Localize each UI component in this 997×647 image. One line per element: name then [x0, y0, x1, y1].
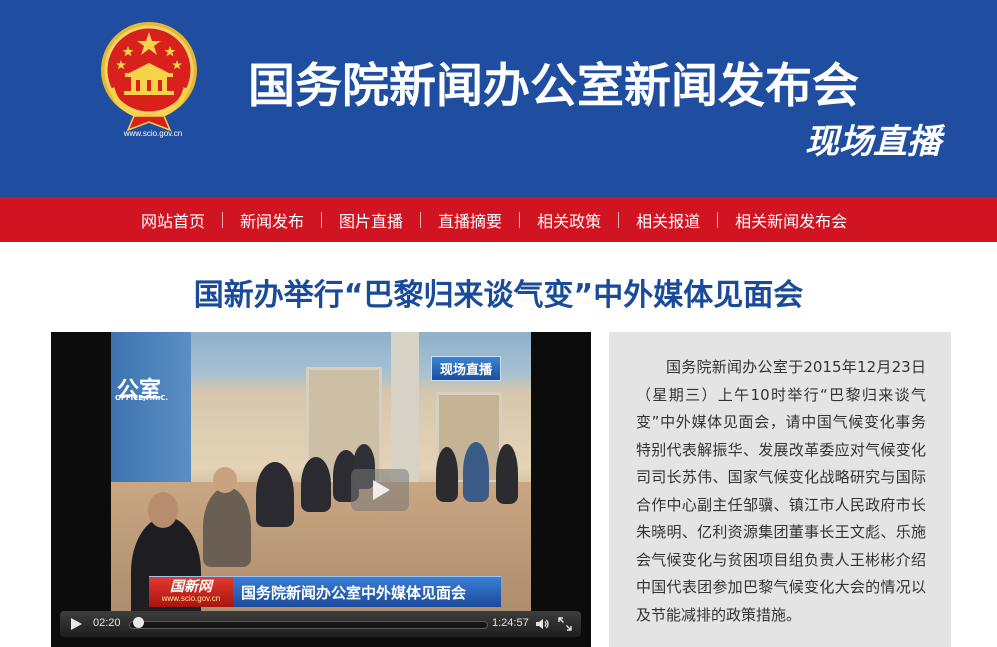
banner-logo-url: www.scio.gov.cn [161, 594, 221, 603]
speaker-head [148, 492, 178, 528]
current-time: 02:20 [93, 617, 121, 629]
play-icon[interactable] [71, 618, 82, 630]
live-broadcast-label: 现场直播 [805, 122, 941, 162]
site-header: www.scio.gov.cn 国务院新闻办公室新闻发布会 现场直播 [0, 0, 997, 197]
audience-figure [463, 442, 489, 502]
progress-track[interactable] [129, 621, 488, 629]
caption-banner: 国新网 www.scio.gov.cn 国务院新闻办公室中外媒体见面会 [149, 576, 501, 607]
video-controls: 02:20 1:24:57 [60, 611, 581, 637]
nav-item-home[interactable]: 网站首页 [124, 208, 222, 232]
description-text: 国务院新闻办公室于2015年12月23日（星期三）上午10时举行“巴黎归来谈气变… [636, 358, 926, 624]
live-badge: 现场直播 [431, 356, 502, 381]
speaker-figure [301, 457, 331, 512]
play-overlay-icon[interactable] [351, 469, 409, 511]
site-title: 国务院新闻办公室新闻发布会 [248, 59, 859, 114]
speaker-figure [256, 462, 294, 527]
room-pillar [391, 332, 419, 492]
nav-item-live-summary[interactable]: 直播摘要 [421, 208, 519, 232]
backdrop-subtext: OFFICE,P.R.C. [115, 394, 169, 402]
nav-items: 网站首页 新闻发布 图片直播 直播摘要 相关政策 相关报道 相关新闻发布会 [124, 197, 864, 242]
speaker-figure [203, 487, 251, 567]
fullscreen-icon[interactable] [557, 616, 573, 632]
nav-item-related-conferences[interactable]: 相关新闻发布会 [718, 208, 864, 232]
nav-item-photo-live[interactable]: 图片直播 [322, 208, 420, 232]
audience-figure [436, 447, 458, 502]
nav-item-related-policy[interactable]: 相关政策 [520, 208, 618, 232]
main-nav: 网站首页 新闻发布 图片直播 直播摘要 相关政策 相关报道 相关新闻发布会 [0, 197, 997, 242]
volume-icon[interactable] [534, 616, 550, 632]
audience-figure [496, 444, 518, 504]
description-panel: 国务院新闻办公室于2015年12月23日（星期三）上午10时举行“巴黎归来谈气变… [609, 332, 951, 647]
banner-logo-name: 国新网 [170, 579, 212, 595]
backdrop-wall [111, 332, 191, 492]
speaker-head [213, 467, 237, 493]
banner-logo: 国新网 www.scio.gov.cn [149, 577, 233, 607]
duration-time: 1:24:57 [492, 617, 529, 629]
video-frame[interactable]: 公室 OFFICE,P.R.C. 现场直播 国新网 www.scio.gov.c… [111, 332, 531, 627]
banner-text: 国务院新闻办公室中外媒体见面会 [241, 584, 467, 602]
national-emblem-icon [101, 22, 197, 132]
nav-item-news-release[interactable]: 新闻发布 [223, 208, 321, 232]
video-player[interactable]: 公室 OFFICE,P.R.C. 现场直播 国新网 www.scio.gov.c… [51, 332, 591, 647]
article-headline: 国新办举行“巴黎归来谈气变”中外媒体见面会 [193, 278, 804, 313]
site-url: www.scio.gov.cn [123, 129, 183, 138]
nav-item-related-reports[interactable]: 相关报道 [619, 208, 717, 232]
